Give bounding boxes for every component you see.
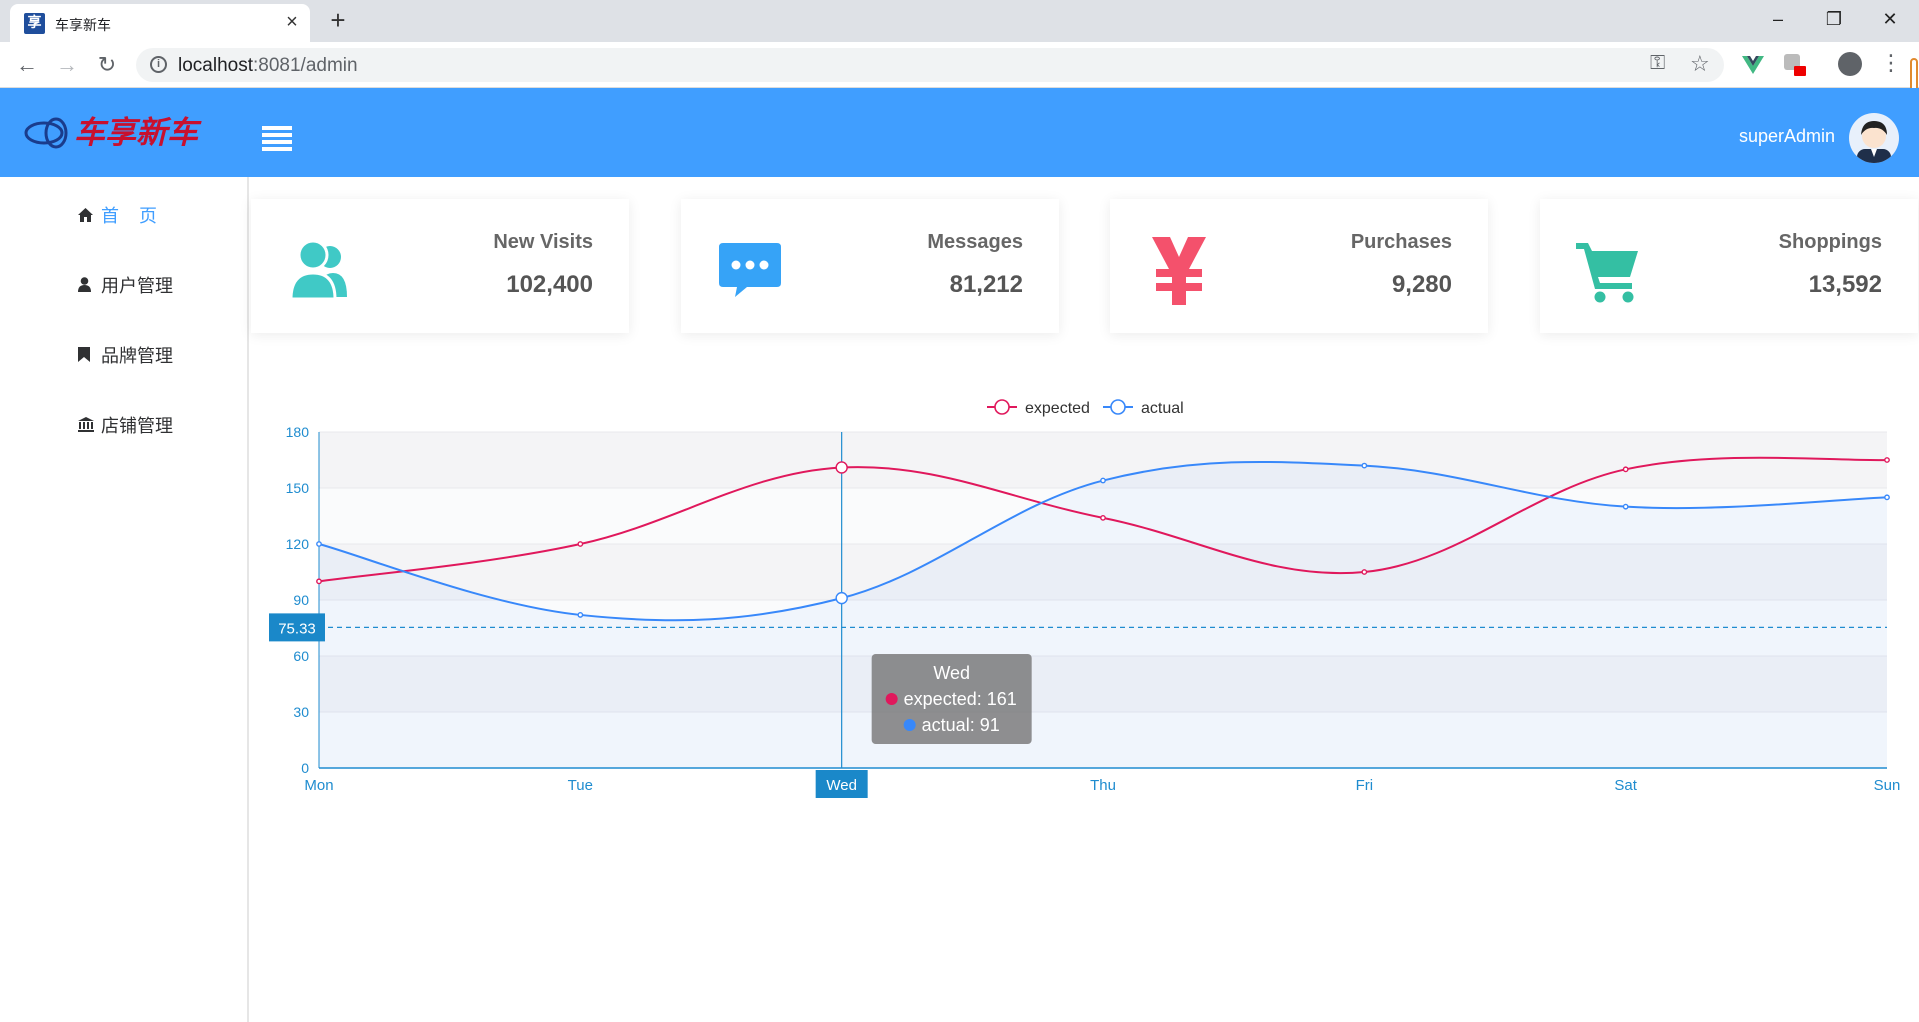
avatar[interactable] (1849, 113, 1899, 163)
data-point-expected[interactable] (1622, 466, 1629, 473)
x-tick-label: Tue (568, 777, 593, 794)
y-tick-label: 150 (286, 480, 310, 496)
bookmark-star-icon[interactable]: ☆ (1690, 51, 1710, 77)
sidebar-item-label: 首 页 (101, 206, 158, 226)
data-point-expected[interactable] (577, 541, 584, 547)
sidebar-item-stores[interactable]: 店铺管理 (78, 412, 173, 438)
favicon-icon: 享 (24, 13, 45, 34)
profile-icon[interactable] (1838, 52, 1862, 76)
data-point-actual[interactable] (835, 591, 848, 605)
browser-tabstrip: 享 车享新车 × + – ❐ ✕ (0, 0, 1919, 42)
bookmark-icon (78, 347, 96, 366)
browser-toolbar: ← → ↻ i localhost:8081/admin ⚿ ☆ ⋮ (0, 42, 1919, 88)
data-point-expected[interactable] (1884, 457, 1890, 463)
svg-text:车享新车: 车享新车 (74, 115, 202, 151)
y-pointer-label: 75.33 (278, 620, 316, 637)
x-tick-label: Sun (1874, 777, 1901, 794)
tooltip-line: actual: 91 (922, 715, 1000, 735)
card-new-visits[interactable]: New Visits 102,400 (251, 199, 629, 333)
back-icon[interactable]: ← (12, 50, 42, 80)
sidebar-item-users[interactable]: 用户管理 (78, 272, 173, 298)
y-tick-label: 0 (301, 760, 309, 776)
card-value: 102,400 (506, 271, 593, 298)
yen-icon (1152, 237, 1206, 305)
data-point-expected[interactable] (1361, 569, 1368, 575)
data-point-actual[interactable] (1361, 462, 1368, 469)
home-icon (78, 208, 96, 226)
data-point-expected[interactable] (835, 461, 848, 474)
data-point-actual[interactable] (1100, 477, 1106, 484)
x-tick-label: Fri (1356, 777, 1374, 794)
y-tick-label: 60 (293, 648, 309, 664)
sidebar-item-label: 店铺管理 (101, 416, 174, 436)
more-menu-icon[interactable]: ⋮ (1880, 50, 1902, 76)
y-tick-label: 120 (286, 536, 310, 552)
data-point-actual[interactable] (577, 612, 584, 618)
menu-toggle-icon[interactable] (262, 126, 292, 151)
card-purchases[interactable]: Purchases 9,280 (1110, 199, 1488, 333)
card-label: Shoppings (1778, 231, 1882, 253)
card-label: Purchases (1350, 231, 1452, 253)
y-tick-label: 90 (293, 592, 309, 608)
line-chart[interactable]: 0 30 60 90 120 150 180 Mon Tue Wed Thu Fri Sat Sun 75.… (249, 380, 1919, 820)
y-tick-label: 30 (293, 704, 309, 720)
tooltip-marker (885, 693, 898, 705)
card-value: 81,212 (949, 271, 1023, 298)
minimize-icon[interactable]: – (1750, 0, 1806, 38)
data-point-actual[interactable] (1622, 503, 1629, 510)
site-info-icon[interactable]: i (150, 56, 167, 73)
data-point-actual[interactable] (316, 541, 322, 547)
data-point-expected[interactable] (1100, 514, 1106, 521)
browser-tab[interactable]: 享 车享新车 × (10, 4, 310, 42)
user-name[interactable]: superAdmin (1739, 126, 1835, 147)
forward-icon[interactable]: → (52, 50, 82, 80)
sidebar-item-label: 品牌管理 (101, 346, 174, 366)
x-tick-label: Wed (826, 777, 857, 794)
bank-icon (78, 417, 96, 436)
tab-title: 车享新车 (55, 18, 111, 34)
tooltip-title: Wed (933, 663, 970, 683)
data-point-expected[interactable] (316, 578, 322, 585)
x-tick-label: Mon (304, 777, 333, 794)
card-messages[interactable]: Messages 81,212 (681, 199, 1059, 333)
card-label: New Visits (493, 231, 593, 253)
card-shoppings[interactable]: Shoppings 13,592 (1540, 199, 1918, 333)
extension-icon[interactable] (1782, 52, 1808, 78)
y-tick-label: 180 (286, 424, 310, 440)
x-tick-label: Thu (1090, 777, 1116, 794)
sidebar-item-home[interactable]: 首 页 (78, 202, 157, 228)
address-bar[interactable]: i localhost:8081/admin ⚿ ☆ (136, 48, 1724, 82)
reload-icon[interactable]: ↻ (92, 50, 122, 80)
brand-logo[interactable]: 车享新车 (22, 106, 222, 161)
data-point-actual[interactable] (1884, 494, 1890, 501)
sidebar: 首 页 用户管理 品牌管理 店铺管理 (0, 177, 249, 1022)
window-close-icon[interactable]: ✕ (1862, 0, 1918, 38)
x-tick-label: Sat (1614, 777, 1637, 794)
user-icon (78, 277, 96, 296)
legend-marker[interactable] (994, 399, 1010, 415)
restore-icon[interactable]: ❐ (1806, 0, 1862, 38)
key-icon[interactable]: ⚿ (1650, 52, 1665, 75)
users-icon (289, 239, 347, 301)
sidebar-item-brands[interactable]: 品牌管理 (78, 342, 173, 368)
legend-marker[interactable] (1110, 399, 1126, 415)
card-label: Messages (927, 231, 1023, 253)
new-tab-icon[interactable]: + (324, 6, 352, 34)
sidebar-item-label: 用户管理 (101, 276, 174, 296)
vue-devtools-icon[interactable] (1740, 52, 1766, 78)
close-tab-icon[interactable]: × (280, 10, 304, 34)
card-value: 9,280 (1391, 271, 1452, 298)
message-icon (719, 243, 781, 297)
legend-label[interactable]: actual (1141, 400, 1184, 417)
cart-icon (1576, 243, 1638, 303)
card-value: 13,592 (1808, 271, 1882, 298)
tooltip-marker (903, 719, 916, 731)
tooltip-line: expected: 161 (904, 689, 1017, 709)
url-text: localhost:8081/admin (178, 55, 358, 76)
legend-label[interactable]: expected (1025, 400, 1090, 417)
